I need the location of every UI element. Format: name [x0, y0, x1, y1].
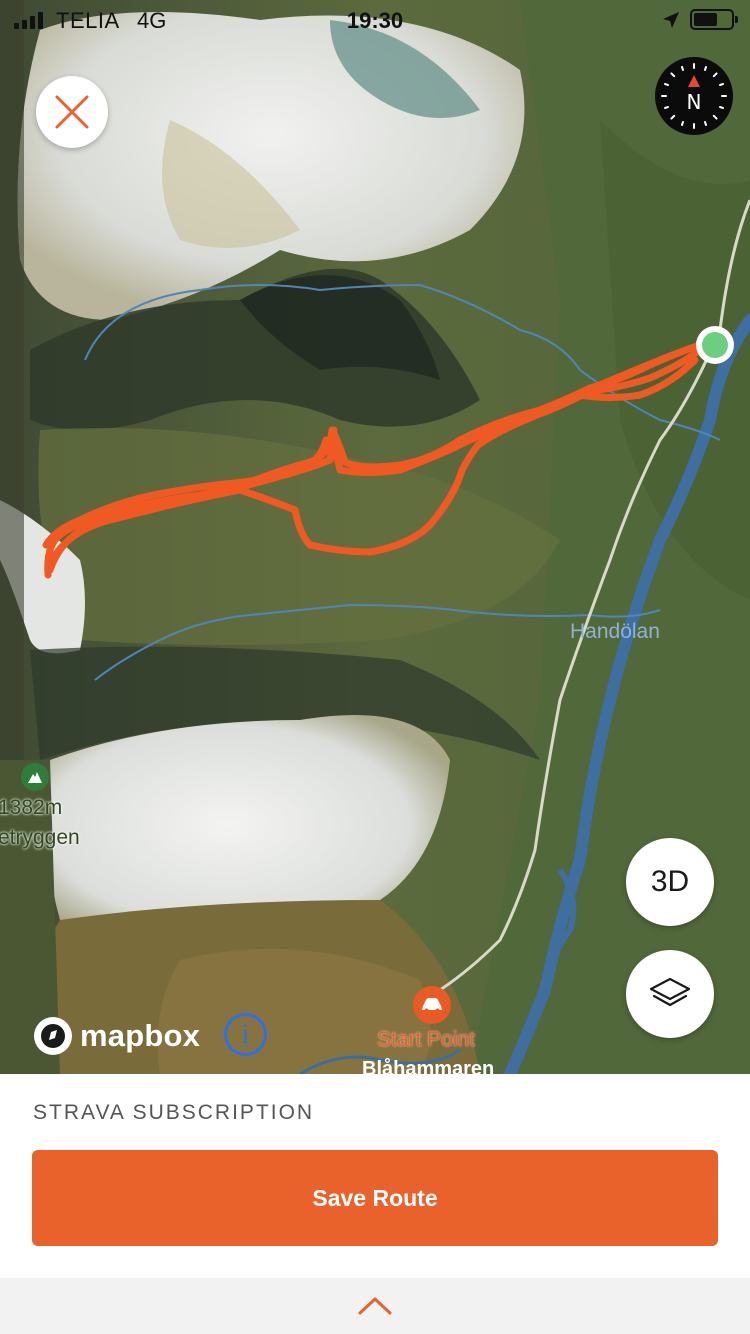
battery-icon — [690, 9, 738, 30]
chevron-up-icon — [358, 1297, 392, 1315]
route-start-marker[interactable] — [696, 326, 734, 364]
compass-button[interactable]: N — [655, 57, 733, 135]
place-label-blahammaren: Blåhammaren — [362, 1058, 495, 1074]
mountain-peak-icon — [21, 763, 49, 791]
close-button[interactable] — [36, 76, 108, 148]
map-layers-button[interactable] — [626, 950, 714, 1038]
mapbox-attribution[interactable]: mapbox — [34, 1017, 200, 1055]
peak-elevation-label: 1382m — [0, 796, 63, 819]
subscription-label: STRAVA SUBSCRIPTION — [33, 1101, 315, 1124]
start-point-car-icon[interactable] — [413, 986, 451, 1024]
location-arrow-icon — [663, 12, 679, 28]
save-route-button[interactable]: Save Route — [32, 1150, 718, 1246]
map-view[interactable]: Handölan 1382m etryggen Start Point Blåh… — [0, 0, 750, 1074]
toggle-3d-button[interactable]: 3D — [626, 838, 714, 926]
close-icon — [55, 95, 89, 129]
bottom-panel: STRAVA SUBSCRIPTION Save Route — [0, 1074, 750, 1278]
info-icon: i — [241, 1018, 250, 1050]
map-info-button[interactable]: i — [224, 1013, 267, 1056]
status-bar: TELIA 4G 19:30 — [0, 0, 750, 40]
place-label-handolan: Handölan — [570, 620, 660, 643]
compass-north-label: N — [686, 90, 702, 114]
layers-icon — [649, 977, 691, 1007]
mapbox-logo-icon — [34, 1017, 72, 1055]
status-time: 19:30 — [346, 8, 404, 33]
expand-drawer-button[interactable] — [0, 1278, 750, 1334]
mapbox-logo-text: mapbox — [80, 1018, 201, 1053]
peak-name-label: etryggen — [0, 826, 80, 849]
battery-fill — [694, 13, 717, 26]
route-path — [42, 341, 704, 579]
start-point-label: Start Point — [377, 1028, 476, 1051]
